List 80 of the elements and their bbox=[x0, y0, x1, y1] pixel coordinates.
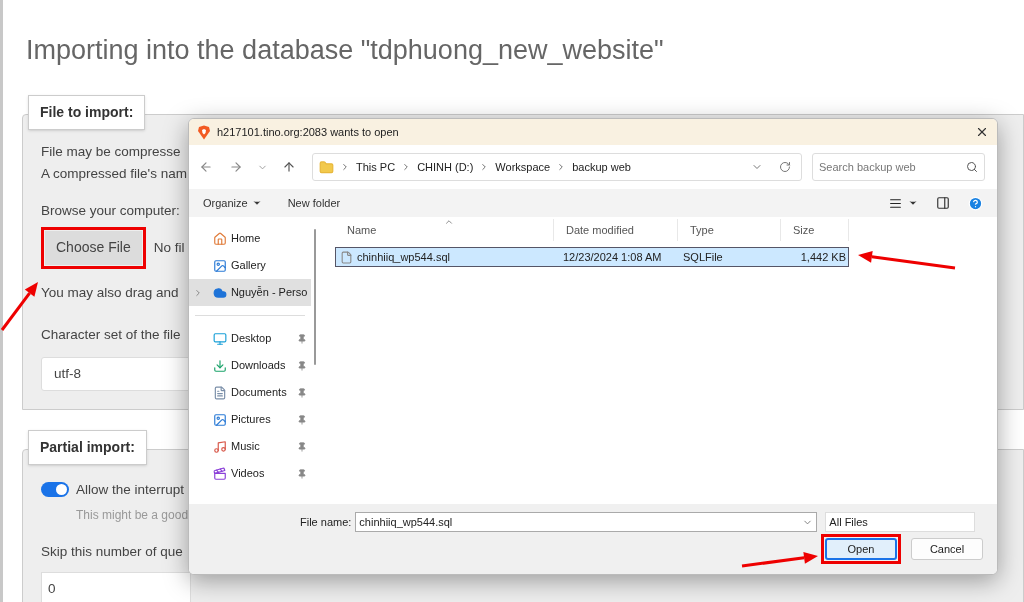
sort-icon bbox=[444, 217, 454, 227]
charset-select[interactable]: utf-8 bbox=[41, 357, 191, 392]
help-text: A compressed file's nam bbox=[41, 164, 187, 183]
pin-icon bbox=[297, 441, 307, 452]
caret-icon[interactable] bbox=[908, 198, 918, 208]
column-header[interactable]: Name bbox=[335, 219, 554, 241]
skip-input[interactable]: 0 bbox=[41, 572, 191, 602]
monitor-icon bbox=[213, 331, 227, 346]
nav-item[interactable]: Pictures bbox=[189, 406, 311, 433]
forward-icon[interactable] bbox=[229, 160, 243, 174]
caret-icon bbox=[251, 198, 262, 208]
close-icon[interactable] bbox=[975, 125, 989, 139]
nav-item[interactable]: Music bbox=[189, 433, 311, 460]
back-icon[interactable] bbox=[199, 160, 213, 174]
cloud-icon bbox=[212, 285, 227, 300]
file-type: SQLFile bbox=[682, 249, 724, 265]
search-input[interactable]: Search backup web bbox=[819, 158, 966, 176]
search-icon[interactable] bbox=[966, 161, 978, 173]
download-icon bbox=[213, 358, 227, 373]
document-icon bbox=[213, 385, 227, 400]
column-header[interactable]: Type bbox=[678, 219, 781, 241]
file-date: 12/23/2024 1:08 AM bbox=[562, 249, 663, 265]
annotation-arrow bbox=[0, 282, 38, 331]
field-label: Character set of the file bbox=[41, 326, 181, 344]
help-text: File may be compresse bbox=[41, 142, 181, 161]
cancel-button[interactable]: Cancel bbox=[911, 538, 983, 560]
file-icon bbox=[340, 250, 353, 264]
nav-item[interactable]: Nguyễn - Perso bbox=[189, 279, 311, 306]
new-folder-button[interactable]: New folder bbox=[287, 194, 341, 212]
help-text: You may also drag and bbox=[41, 283, 179, 302]
film-icon bbox=[213, 466, 227, 481]
view-menu-icon[interactable] bbox=[889, 196, 902, 210]
image-icon bbox=[213, 412, 227, 427]
breadcrumb-item[interactable]: This PC bbox=[356, 158, 396, 176]
nav-item[interactable]: Downloads bbox=[189, 352, 311, 379]
organize-menu[interactable]: Organize bbox=[203, 194, 262, 212]
section-legend: Partial import: bbox=[28, 429, 147, 465]
nav-item[interactable]: Gallery bbox=[189, 252, 311, 279]
up-icon[interactable] bbox=[282, 160, 296, 174]
column-header[interactable]: Date modified bbox=[554, 219, 678, 241]
pin-icon bbox=[297, 387, 307, 398]
toggle-switch[interactable] bbox=[41, 482, 69, 498]
nav-item[interactable]: Videos bbox=[189, 460, 311, 487]
file-size: 1,442 KB bbox=[799, 249, 847, 265]
nav-item[interactable]: Home bbox=[189, 225, 311, 252]
refresh-icon[interactable] bbox=[779, 161, 791, 173]
page-title: Importing into the database "tdphuong_new_website" bbox=[26, 34, 665, 67]
music-icon bbox=[213, 439, 227, 454]
help-text: This might be a good bbox=[76, 506, 189, 524]
field-label: File name: bbox=[300, 514, 352, 530]
file-row[interactable]: chinhiiq_wp544.sql 12/23/2024 1:08 AM SQLFile 1,442 KB bbox=[335, 247, 849, 267]
field-label: Browse your computer: bbox=[41, 201, 180, 220]
section-legend: File to import: bbox=[28, 94, 146, 130]
breadcrumb-item[interactable]: CHINH (D:) bbox=[417, 158, 474, 176]
breadcrumb-item[interactable]: Workspace bbox=[495, 158, 551, 176]
image-icon bbox=[213, 258, 227, 273]
file-name: chinhiiq_wp544.sql bbox=[357, 249, 450, 265]
pin-icon bbox=[297, 468, 307, 479]
field-label: Skip this number of que bbox=[41, 542, 183, 561]
nav-item[interactable]: Desktop bbox=[189, 325, 311, 352]
file-type-select[interactable]: All Files bbox=[825, 512, 976, 532]
choose-file-button[interactable]: Choose File bbox=[45, 230, 142, 265]
nav-item[interactable]: Documents bbox=[189, 379, 311, 406]
breadcrumb-item[interactable]: backup web bbox=[572, 158, 631, 176]
column-header[interactable]: Size bbox=[781, 219, 849, 241]
home-icon bbox=[213, 231, 227, 246]
folder-icon bbox=[319, 159, 334, 175]
toggle-label: Allow the interrupt bbox=[76, 480, 185, 499]
no-file-text: No fil bbox=[153, 238, 185, 257]
pin-icon bbox=[297, 333, 307, 344]
open-button[interactable]: Open bbox=[825, 538, 897, 560]
address-bar[interactable]: This PC CHINH (D:) Workspace backup web bbox=[312, 153, 802, 181]
help-icon[interactable] bbox=[968, 195, 983, 211]
file-name-field[interactable]: chinhiiq_wp544.sql bbox=[355, 512, 818, 532]
search-field[interactable]: Search backup web bbox=[812, 153, 985, 181]
pin-icon bbox=[297, 414, 307, 425]
chevron-icon bbox=[340, 162, 350, 172]
preview-pane-icon[interactable] bbox=[936, 196, 950, 210]
dialog-title: h217101.tino.org:2083 wants to open bbox=[217, 124, 399, 140]
pin-icon bbox=[297, 360, 307, 371]
